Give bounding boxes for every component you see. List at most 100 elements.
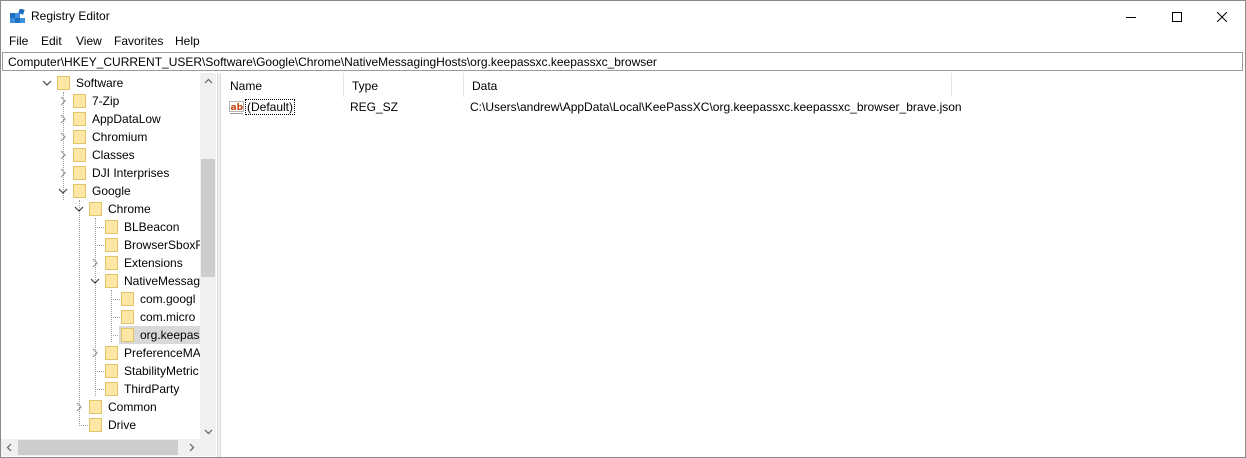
- tree-item-label: AppDataLow: [92, 112, 161, 126]
- values-list[interactable]: Name Type Data ab (Default) REG_SZ C:\Us…: [222, 73, 1245, 457]
- menu-bar: File Edit View Favorites Help: [1, 32, 1245, 52]
- folder-icon: [73, 130, 86, 144]
- column-header-data[interactable]: Data: [464, 73, 952, 97]
- folder-icon: [73, 184, 86, 198]
- value-type: REG_SZ: [350, 100, 399, 114]
- minimize-button[interactable]: [1108, 1, 1154, 32]
- folder-icon: [105, 256, 118, 270]
- chevron-right-icon[interactable]: [90, 258, 100, 268]
- tree-guide-line: [95, 227, 104, 228]
- tree-guide-line: [63, 92, 64, 200]
- menu-favorites[interactable]: Favorites: [113, 34, 164, 48]
- minimize-icon: [1126, 16, 1136, 18]
- tree-guide-line: [79, 425, 88, 426]
- tree-item-label: com.micro: [140, 310, 196, 324]
- menu-file[interactable]: File: [8, 34, 29, 48]
- value-name[interactable]: (Default): [245, 99, 296, 115]
- chevron-down-icon[interactable]: [74, 204, 84, 214]
- tree-item-label: org.keepass: [140, 328, 206, 342]
- scroll-down-button[interactable]: [200, 423, 216, 439]
- folder-icon: [121, 292, 134, 306]
- folder-icon: [73, 94, 86, 108]
- tree-item-label: Chromium: [92, 130, 148, 144]
- value-row[interactable]: ab (Default) REG_SZ C:\Users\andrew\AppD…: [222, 97, 1245, 117]
- tree-item-label: Classes: [92, 148, 135, 162]
- scroll-thumb[interactable]: [201, 159, 215, 277]
- tree-guide-line: [95, 245, 104, 246]
- maximize-button[interactable]: [1154, 1, 1200, 32]
- address-path[interactable]: Computer\HKEY_CURRENT_USER\Software\Goog…: [8, 55, 657, 69]
- chevron-right-icon[interactable]: [90, 348, 100, 358]
- title-bar[interactable]: Registry Editor: [1, 1, 1245, 32]
- close-icon: [1217, 11, 1227, 22]
- registry-editor-window: Registry Editor File Edit View Favorites…: [0, 0, 1246, 458]
- tree-guide-line: [111, 299, 120, 300]
- tree-guide-line: [95, 371, 104, 372]
- chevron-up-icon: [204, 78, 212, 83]
- scroll-left-button[interactable]: [1, 439, 17, 455]
- folder-icon: [105, 238, 118, 252]
- folder-icon: [89, 202, 102, 216]
- tree-item-label: Software: [76, 76, 124, 90]
- folder-icon: [105, 274, 118, 288]
- close-button[interactable]: [1199, 1, 1245, 32]
- tree-item-label: Common: [108, 400, 157, 414]
- tree-item-label: BrowserSboxF: [124, 238, 203, 252]
- chevron-down-icon[interactable]: [58, 186, 68, 196]
- chevron-down-icon: [204, 429, 212, 434]
- tree-vertical-scrollbar[interactable]: [200, 73, 216, 439]
- folder-icon: [121, 328, 134, 342]
- chevron-left-icon: [6, 443, 11, 451]
- folder-icon: [105, 364, 118, 378]
- tree-item-label: NativeMessag: [124, 274, 201, 288]
- column-header-name[interactable]: Name: [222, 73, 344, 97]
- svg-text:ab: ab: [231, 103, 244, 113]
- chevron-right-icon[interactable]: [58, 168, 68, 178]
- column-header-type[interactable]: Type: [344, 73, 464, 97]
- tree-item-label: Extensions: [124, 256, 183, 270]
- tree-item-label: ThirdParty: [124, 382, 180, 396]
- chevron-down-icon[interactable]: [42, 78, 52, 88]
- tree-item-label: Drive: [108, 418, 137, 432]
- window-title: Registry Editor: [31, 9, 110, 23]
- menu-view[interactable]: View: [75, 34, 103, 48]
- registry-editor-icon: [10, 9, 25, 23]
- tree-item-label: DJI Interprises: [92, 166, 170, 180]
- address-bar[interactable]: Computer\HKEY_CURRENT_USER\Software\Goog…: [2, 52, 1243, 71]
- tree-guide-line: [111, 317, 120, 318]
- tree-item-label: BLBeacon: [124, 220, 180, 234]
- folder-icon: [89, 400, 102, 414]
- tree-guide-line: [79, 200, 80, 424]
- pane-splitter[interactable]: [217, 73, 221, 457]
- chevron-down-icon[interactable]: [90, 276, 100, 286]
- folder-icon: [105, 346, 118, 360]
- folder-icon: [121, 310, 134, 324]
- chevron-right-icon[interactable]: [58, 132, 68, 142]
- folder-icon: [73, 112, 86, 126]
- scroll-right-button[interactable]: [183, 439, 199, 455]
- chevron-right-icon[interactable]: [58, 150, 68, 160]
- tree-item-label: PreferenceMA: [124, 346, 201, 360]
- menu-help[interactable]: Help: [174, 34, 201, 48]
- tree-item-label: Chrome: [108, 202, 151, 216]
- chevron-right-icon: [189, 443, 194, 451]
- tree-horizontal-scrollbar[interactable]: [1, 439, 200, 456]
- tree-item-label: com.googl: [140, 292, 196, 306]
- chevron-right-icon[interactable]: [58, 114, 68, 124]
- value-data: C:\Users\andrew\AppData\Local\KeePassXC\…: [470, 100, 962, 114]
- string-value-icon: ab: [229, 101, 244, 114]
- folder-icon: [73, 148, 86, 162]
- maximize-icon: [1172, 11, 1182, 22]
- folder-icon: [105, 220, 118, 234]
- chevron-right-icon[interactable]: [58, 96, 68, 106]
- folder-icon: [57, 76, 70, 90]
- key-tree[interactable]: Software 7-Zip AppDataLow Chromium Class…: [1, 73, 216, 457]
- scroll-thumb[interactable]: [18, 440, 178, 455]
- tree-item-label: Google: [92, 184, 131, 198]
- folder-icon: [89, 418, 102, 432]
- scroll-up-button[interactable]: [200, 73, 216, 89]
- folder-icon: [73, 166, 86, 180]
- scrollbar-corner: [200, 439, 216, 456]
- menu-edit[interactable]: Edit: [40, 34, 63, 48]
- chevron-right-icon[interactable]: [74, 402, 84, 412]
